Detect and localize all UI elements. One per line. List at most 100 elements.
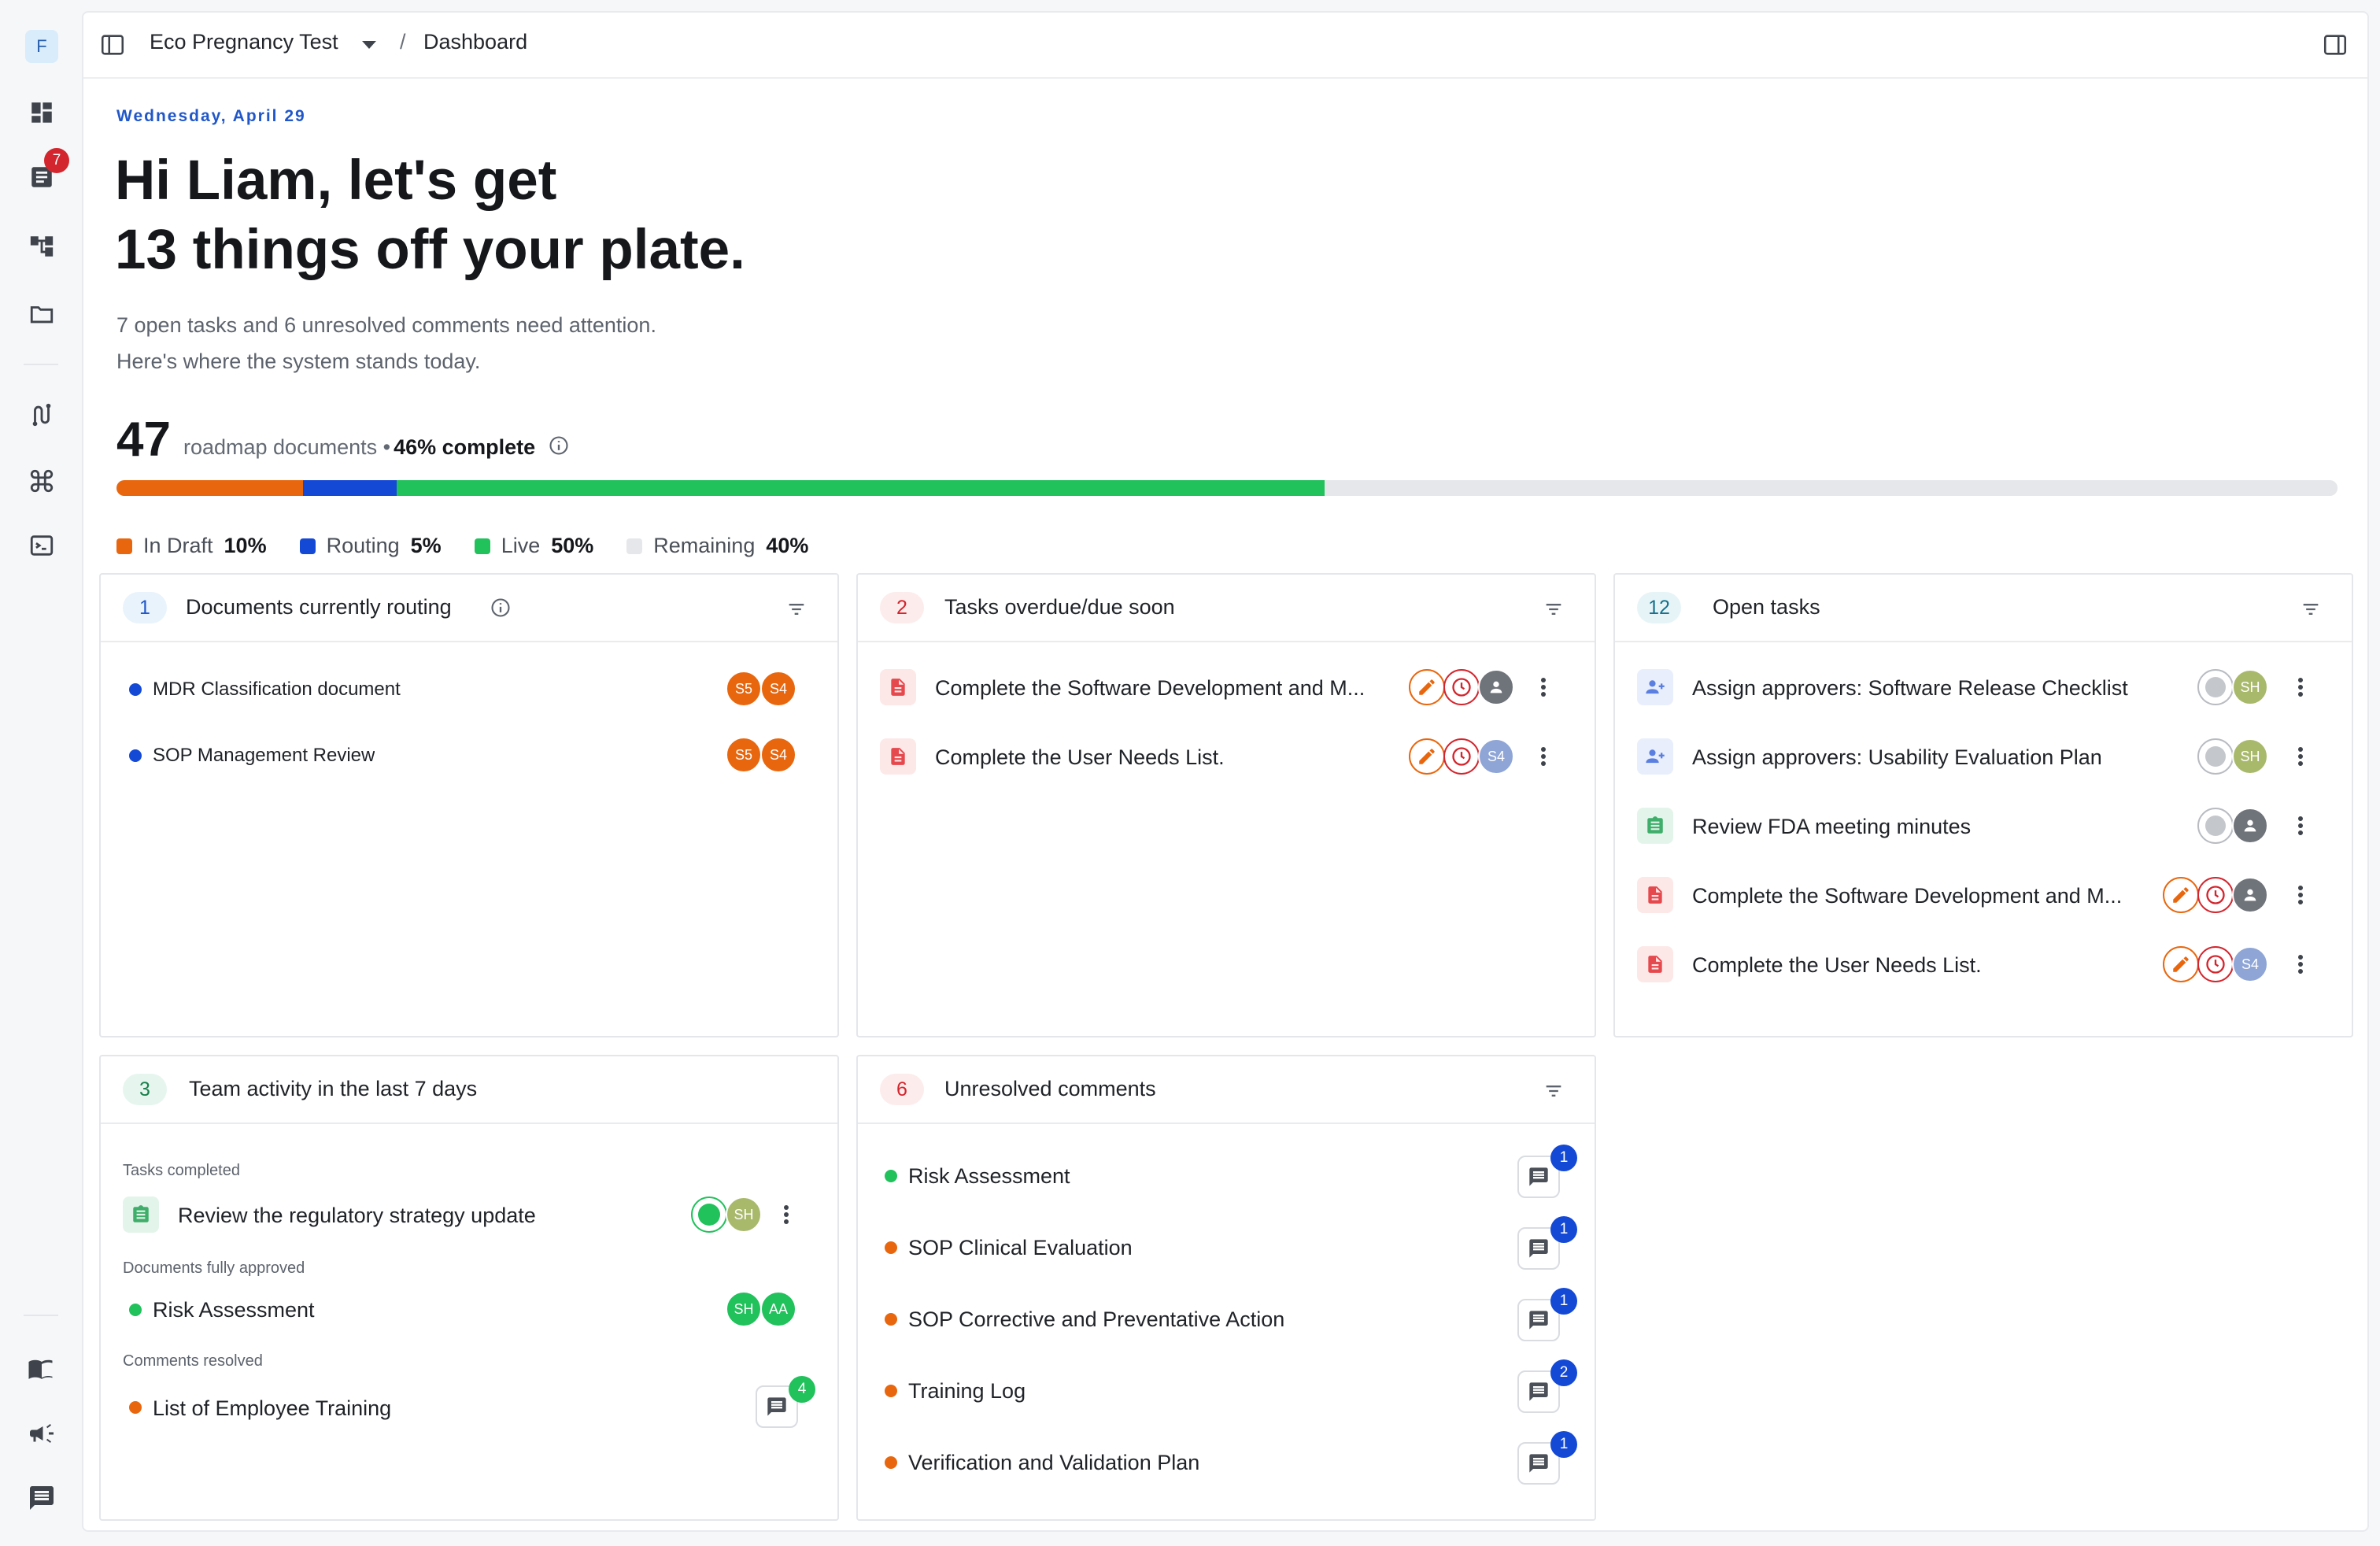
comment-row[interactable]: SOP Corrective and Preventative Action 1 [858,1288,1595,1343]
document-name: SOP Management Review [153,745,375,766]
left-rail: F 7 [0,0,82,1546]
clipboard-icon [123,1196,159,1233]
document-icon [880,738,916,775]
section-label: Tasks completed [123,1162,240,1179]
project-name: Eco Pregnancy Test [150,30,338,54]
list-item[interactable]: SOP Management Review S5 S4 [101,732,837,779]
filter-icon[interactable] [785,598,808,620]
more-options-icon[interactable] [2289,669,2312,705]
activity-row[interactable]: Review the regulatory strategy update SH [101,1192,837,1239]
legend-swatch-draft [116,538,132,554]
legend-label-routing: Routing [326,534,400,557]
workspace-avatar[interactable]: F [25,30,58,63]
sidebar-toggle-icon[interactable] [99,31,126,58]
avatar: SH [726,1291,762,1327]
rail-divider [24,364,58,365]
summary-text: 7 open tasks and 6 unresolved comments n… [116,307,656,379]
progress-legend: In Draft 10% Routing 5% Live 50% Remaini… [116,534,841,558]
avatar: AA [760,1291,796,1327]
terminal-icon[interactable] [24,527,60,564]
status-dot [885,1313,897,1326]
right-panel-toggle-icon[interactable] [2322,31,2349,58]
progress-segment-routing [303,480,397,496]
filter-icon[interactable] [1543,598,1565,620]
task-row[interactable]: Complete the Software Development and M.… [1615,872,2352,919]
more-options-icon[interactable] [2289,877,2312,913]
chevron-down-icon[interactable] [362,41,376,49]
task-name: Complete the User Needs List. [1692,953,1982,977]
task-row[interactable]: Review FDA meeting minutes [1615,803,2352,850]
activity-row[interactable]: Risk Assessment SH AA [101,1286,837,1333]
comment-row[interactable]: Training Log 2 [858,1359,1595,1415]
card-title: Unresolved comments [944,1077,1156,1100]
avatar: S4 [2232,946,2268,982]
more-options-icon[interactable] [2289,738,2312,775]
feedback-icon[interactable] [24,1480,60,1516]
list-item[interactable]: MDR Classification document S5 S4 [101,666,837,713]
status-dot [129,683,142,696]
roadmap-total: 47 [116,412,171,467]
comment-count-badge: 4 [789,1376,815,1403]
info-icon[interactable] [548,435,570,457]
document-name: Training Log [908,1379,1026,1403]
comment-row[interactable]: Verification and Validation Plan 1 [858,1431,1595,1486]
section-label: Comments resolved [123,1352,263,1370]
hierarchy-icon[interactable] [24,228,60,264]
book-icon[interactable] [24,1351,60,1387]
assign-approvers-icon [1637,738,1673,775]
edit-icon [1409,669,1445,705]
edit-icon [2163,877,2199,913]
avatar: S5 [726,737,762,773]
more-options-icon[interactable] [1532,738,1555,775]
roadmap-complete: 46% complete [394,435,536,459]
avatar: S4 [760,671,796,707]
filter-icon[interactable] [2300,598,2322,620]
more-options-icon[interactable] [774,1196,798,1233]
announcement-icon[interactable] [24,1415,60,1452]
roadmap-label: roadmap documents • [183,435,391,459]
info-icon[interactable] [490,597,512,619]
status-dot [885,1456,897,1469]
card-title: Tasks overdue/due soon [944,595,1175,619]
task-row[interactable]: Complete the Software Development and M.… [858,664,1595,712]
card-header: 6 Unresolved comments [858,1056,1595,1124]
folder-icon[interactable] [24,296,60,332]
workflow-icon[interactable] [24,397,60,433]
task-row[interactable]: Assign approvers: Software Release Check… [1615,664,2352,712]
comment-row[interactable]: SOP Clinical Evaluation 1 [858,1216,1595,1271]
dashboard-icon[interactable] [24,94,60,131]
project-selector[interactable]: Eco Pregnancy Test [150,30,338,54]
clock-icon [1443,738,1480,775]
more-options-icon[interactable] [2289,808,2312,844]
legend-pct-remaining: 40% [766,534,809,557]
task-row[interactable]: Complete the User Needs List. S4 [858,734,1595,781]
document-name: SOP Corrective and Preventative Action [908,1307,1285,1331]
avatar-placeholder-icon [1478,669,1514,705]
open-tasks-count-badge: 12 [1637,592,1681,623]
activity-row[interactable]: List of Employee Training 4 [101,1376,837,1429]
task-name: Review FDA meeting minutes [1692,815,1972,838]
command-icon[interactable] [24,463,60,499]
filter-icon[interactable] [1543,1080,1565,1102]
document-icon [880,669,916,705]
task-row[interactable]: Assign approvers: Usability Evaluation P… [1615,734,2352,781]
more-options-icon[interactable] [2289,946,2312,982]
unresolved-comments-card: 6 Unresolved comments Risk Assessment 1 … [856,1055,1596,1521]
headline-line-2: 13 things off your plate. [115,219,745,281]
task-name: Complete the Software Development and M.… [935,676,1366,700]
more-options-icon[interactable] [1532,669,1555,705]
legend-label-remaining: Remaining [653,534,756,557]
task-row[interactable]: Complete the User Needs List. S4 [1615,941,2352,989]
comment-row[interactable]: Risk Assessment 1 [858,1145,1595,1200]
legend-swatch-remaining [626,538,643,554]
team-activity-card: 3 Team activity in the last 7 days Tasks… [99,1055,839,1521]
activity-item: Risk Assessment [153,1298,315,1322]
roadmap-stat: 47 roadmap documents • 46% complete [116,411,570,466]
avatar: SH [726,1196,762,1233]
comment-count-badge: 1 [1550,1216,1577,1243]
card-header: 2 Tasks overdue/due soon [858,575,1595,642]
task-name: Assign approvers: Usability Evaluation P… [1692,745,2102,769]
rail-divider-bottom [24,1315,58,1316]
comments-count-badge: 6 [880,1074,924,1105]
legend-pct-live: 50% [551,534,594,557]
